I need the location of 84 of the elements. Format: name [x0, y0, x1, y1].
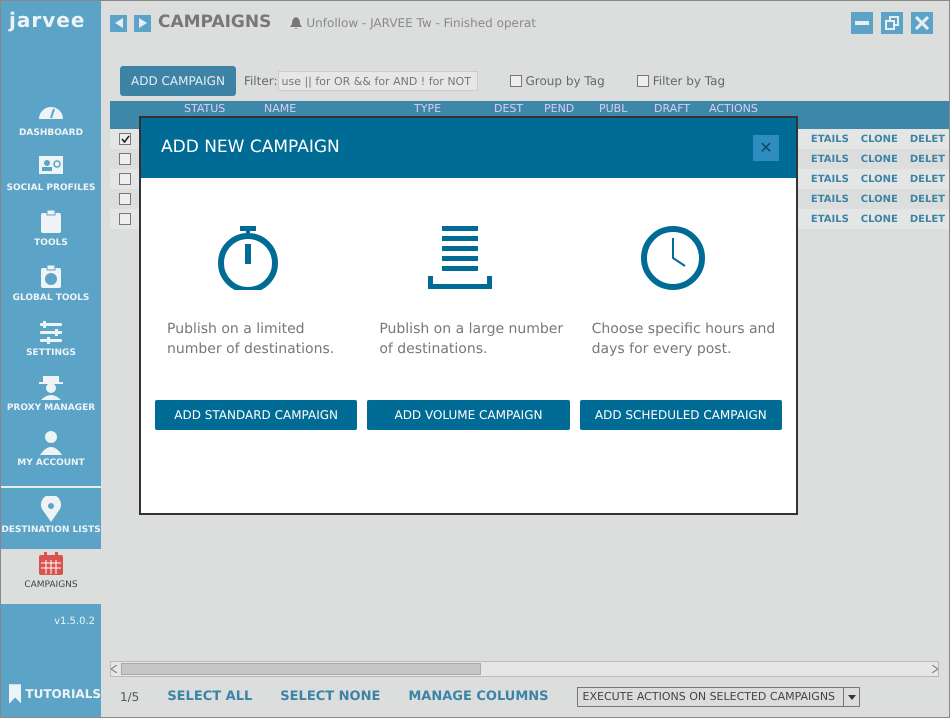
version-label: v1.5.0.2 [54, 615, 96, 629]
action-link[interactable]: ETAILS [810, 192, 849, 206]
sidebar-item[interactable]: SETTINGS [1, 317, 101, 372]
action-link[interactable]: DELET [910, 192, 945, 206]
column-header: DRAFT [654, 101, 692, 117]
bookmark-icon [9, 683, 22, 705]
bell-icon [290, 17, 302, 29]
sidebar-item[interactable]: MY ACCOUNT [1, 427, 101, 482]
column-header: DEST [494, 101, 524, 117]
option-description: Publish on a limited number of destinations. [167, 320, 336, 359]
sidebar-item[interactable]: DESTINATION LISTS [1, 494, 101, 549]
footer-link[interactable]: SELECT ALL [167, 687, 252, 707]
minimize-icon [855, 21, 869, 25]
action-link[interactable]: CLONE [860, 172, 898, 186]
add-campaign-type-button[interactable]: ADD VOLUME CAMPAIGN [367, 400, 570, 430]
sidebar-item[interactable]: GLOBAL TOOLS [1, 262, 101, 317]
forward-button[interactable] [134, 14, 151, 32]
row-checkbox[interactable] [119, 213, 131, 225]
action-link[interactable]: ETAILS [810, 132, 849, 146]
action-link[interactable]: ETAILS [810, 172, 849, 186]
option-description: Choose specific hours and days for every post. [592, 320, 776, 359]
column-header: TYPE [414, 101, 442, 117]
sliders-icon [37, 319, 65, 347]
app-logo: jarvee [7, 7, 86, 34]
option-description: Publish on a large number of destinations. [379, 320, 564, 359]
scrollbar-thumb[interactable] [121, 663, 481, 675]
add-campaign-type-button[interactable]: ADD STANDARD CAMPAIGN [155, 400, 358, 430]
minimize-button[interactable] [851, 12, 873, 34]
footer-link[interactable]: SELECT NONE [280, 687, 380, 707]
left-arrow-icon [114, 18, 122, 28]
stopwatch-icon [216, 226, 280, 290]
checkbox-label: Group by Tag [526, 73, 605, 90]
right-arrow-icon [138, 18, 146, 28]
action-link[interactable]: CLONE [860, 132, 898, 146]
modal-title: ADD NEW CAMPAIGN [161, 136, 340, 160]
action-link[interactable]: DELET [910, 172, 945, 186]
action-link[interactable]: DELET [910, 152, 945, 166]
action-link[interactable]: ETAILS [810, 152, 849, 166]
checkbox[interactable] [510, 75, 522, 87]
action-link[interactable]: DELET [910, 132, 945, 146]
checkbox-label: Filter by Tag [652, 73, 726, 90]
close-button[interactable] [911, 12, 933, 34]
row-checkbox[interactable] [119, 173, 131, 185]
sidebar-item[interactable]: PROXY MANAGER [1, 372, 101, 427]
caret-icon [848, 694, 856, 700]
add-campaign-button[interactable]: ADD CAMPAIGN [120, 66, 236, 96]
filter-label: Filter: [244, 73, 278, 90]
column-header: PEND [544, 101, 576, 117]
stacked-lines-icon [428, 226, 492, 290]
action-link[interactable]: CLONE [860, 192, 898, 206]
add-campaign-type-button[interactable]: ADD SCHEDULED CAMPAIGN [580, 400, 782, 430]
column-header: STATUS [184, 101, 226, 117]
sidebar-item[interactable]: SOCIAL PROFILES [1, 152, 101, 207]
actions-dropdown[interactable]: EXECUTE ACTIONS ON SELECTED CAMPAIGNS [576, 687, 860, 707]
back-button[interactable] [110, 14, 127, 32]
sidebar-item[interactable]: TOOLS [1, 207, 101, 262]
action-link[interactable]: DELET [910, 212, 945, 226]
column-header: NAME [264, 101, 298, 117]
clock-icon [640, 226, 705, 290]
restore-icon [885, 16, 899, 30]
action-link[interactable]: CLONE [860, 152, 898, 166]
row-checkbox[interactable] [119, 153, 131, 165]
notification-text: Unfollow - JARVEE Tw - Finished operat [306, 15, 536, 32]
action-link[interactable]: CLONE [860, 212, 898, 226]
scroll-left-icon [111, 665, 117, 673]
close-icon [915, 16, 929, 30]
row-checkbox[interactable] [119, 193, 131, 205]
restore-button[interactable] [881, 12, 903, 34]
spy-icon [37, 374, 65, 402]
column-header: PUBL [599, 101, 628, 117]
tutorials-link[interactable]: TUTORIALS [25, 685, 101, 703]
footer-link[interactable]: MANAGE COLUMNS [408, 687, 549, 707]
close-button[interactable]: ✕ [753, 135, 779, 161]
row-checkbox[interactable] [119, 133, 131, 145]
scroll-right-icon [932, 665, 938, 673]
user-icon [37, 429, 65, 457]
checkbox[interactable] [636, 75, 649, 87]
filter-field[interactable]: use || for OR && for AND ! for NOT [278, 71, 478, 91]
page-title: CAMPAIGNS [158, 11, 272, 34]
sidebar-item[interactable]: DASHBOARD [1, 97, 101, 152]
sidebar-item[interactable]: CAMPAIGNS [1, 549, 101, 604]
column-header: ACTIONS [709, 101, 759, 117]
page-count: 1/5 [120, 689, 140, 706]
action-link[interactable]: ETAILS [810, 212, 849, 226]
